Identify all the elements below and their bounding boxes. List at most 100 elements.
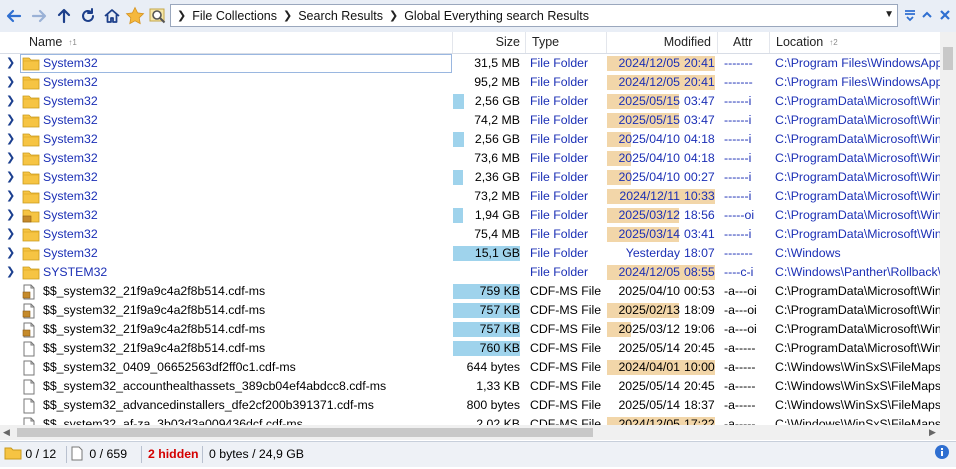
file-name[interactable]: System32	[43, 111, 448, 130]
file-location[interactable]: C:\Windows\WinSxS\FileMaps	[775, 377, 940, 396]
column-attr[interactable]: Attr	[718, 32, 770, 53]
table-row[interactable]: $$_system32_21f9a9c4a2f8b514.cdf-ms 757 K…	[0, 320, 940, 339]
file-location[interactable]: C:\ProgramData\Microsoft\Windows	[775, 168, 940, 187]
file-location[interactable]: C:\Program Files\WindowsApps\	[775, 54, 940, 73]
file-location[interactable]: C:\ProgramData\Microsoft\Windows	[775, 225, 940, 244]
column-type[interactable]: Type	[526, 32, 607, 53]
expand-chevron-icon[interactable]: ❯	[6, 244, 18, 263]
table-row[interactable]: $$_system32_0409_06652563df2ff0c1.cdf-ms…	[0, 358, 940, 377]
table-row[interactable]: ❯ SYSTEM32 File Folder 2024/12/05 08:55 ----c…	[0, 263, 940, 282]
column-name[interactable]: Name ↑1	[0, 32, 453, 53]
file-name[interactable]: System32	[43, 225, 448, 244]
file-location[interactable]: C:\ProgramData\Microsoft\Windows	[775, 206, 940, 225]
expand-chevron-icon[interactable]: ❯	[6, 168, 18, 187]
file-location[interactable]: C:\Windows\WinSxS\FileMaps	[775, 415, 940, 425]
table-row[interactable]: $$_system32_advancedinstallers_dfe2cf200…	[0, 396, 940, 415]
file-name[interactable]: $$_system32_0409_06652563df2ff0c1.cdf-ms	[43, 358, 448, 377]
file-location[interactable]: C:\Program Files\WindowsApps\	[775, 73, 940, 92]
scroll-right-icon[interactable]: ▶	[929, 427, 936, 438]
file-name[interactable]: System32	[43, 149, 448, 168]
table-row[interactable]: ❯ System32 31,5 MB File Folder 2024/12/05 20:…	[0, 54, 940, 73]
expand-chevron-icon[interactable]: ❯	[6, 263, 18, 282]
file-name[interactable]: $$_system32_af-za_3b03d3a009436dcf.cdf-m…	[43, 415, 448, 425]
arrow-right-icon[interactable]	[28, 5, 50, 27]
scroll-left-icon[interactable]: ◀	[3, 427, 10, 438]
arrow-left-icon[interactable]	[3, 5, 25, 27]
collapse-icon[interactable]	[920, 8, 934, 22]
expand-chevron-icon[interactable]: ❯	[6, 92, 18, 111]
file-name[interactable]: System32	[43, 130, 448, 149]
vertical-scrollbar-thumb[interactable]	[943, 47, 953, 70]
column-modified[interactable]: Modified	[607, 32, 718, 53]
file-name[interactable]: $$_system32_21f9a9c4a2f8b514.cdf-ms	[43, 301, 448, 320]
close-icon[interactable]	[938, 8, 952, 22]
file-location[interactable]: C:\Windows\WinSxS\FileMaps	[775, 396, 940, 415]
info-icon[interactable]	[934, 444, 950, 469]
breadcrumb-search-results[interactable]: Search Results	[298, 9, 383, 23]
table-row[interactable]: ❯ System32 95,2 MB File Folder 2024/12/05 20:…	[0, 73, 940, 92]
column-location[interactable]: Location ↑2	[770, 32, 940, 53]
table-row[interactable]: $$_system32_21f9a9c4a2f8b514.cdf-ms 760 K…	[0, 339, 940, 358]
file-name[interactable]: $$_system32_advancedinstallers_dfe2cf200…	[43, 396, 448, 415]
table-row[interactable]: ❯ System32 73,6 MB File Folder 2025/04/10 04:…	[0, 149, 940, 168]
file-location[interactable]: C:\ProgramData\Microsoft\Windows	[775, 92, 940, 111]
home-icon[interactable]	[101, 5, 123, 27]
file-name[interactable]: $$_system32_accounthealthassets_389cb04e…	[43, 377, 448, 396]
table-row[interactable]: ❯ System32 2,36 GB File Folder 2025/04/10 00:…	[0, 168, 940, 187]
table-row[interactable]: ❯ System32 74,2 MB File Folder 2025/05/15 03:…	[0, 111, 940, 130]
table-row[interactable]: $$_system32_af-za_3b03d3a009436dcf.cdf-m…	[0, 415, 940, 425]
table-row[interactable]: $$_system32_21f9a9c4a2f8b514.cdf-ms 757 K…	[0, 301, 940, 320]
table-row[interactable]: ❯ System32 2,56 GB File Folder 2025/05/15 03:…	[0, 92, 940, 111]
expand-chevron-icon[interactable]: ❯	[6, 54, 18, 73]
file-location[interactable]: C:\ProgramData\Microsoft\Windows	[775, 282, 940, 301]
file-name[interactable]: System32	[43, 244, 448, 263]
file-name[interactable]: $$_system32_21f9a9c4a2f8b514.cdf-ms	[43, 282, 448, 301]
expand-chevron-icon[interactable]: ❯	[6, 206, 18, 225]
table-row[interactable]: $$_system32_accounthealthassets_389cb04e…	[0, 377, 940, 396]
table-row[interactable]: ❯ System32 75,4 MB File Folder 2025/03/14 03:…	[0, 225, 940, 244]
file-name[interactable]: SYSTEM32	[43, 263, 448, 282]
vertical-scrollbar[interactable]	[940, 32, 956, 440]
file-name[interactable]: System32	[43, 187, 448, 206]
expand-chevron-icon[interactable]: ❯	[6, 130, 18, 149]
chevron-down-icon[interactable]: ▼	[884, 9, 894, 20]
search-icon[interactable]	[148, 5, 168, 27]
expand-chevron-icon[interactable]: ❯	[6, 187, 18, 206]
expand-chevron-icon[interactable]: ❯	[6, 225, 18, 244]
file-location[interactable]: C:\Windows\WinSxS\FileMaps	[775, 358, 940, 377]
file-location[interactable]: C:\Windows\Panther\Rollback\	[775, 263, 940, 282]
file-name[interactable]: $$_system32_21f9a9c4a2f8b514.cdf-ms	[43, 320, 448, 339]
expand-chevron-icon[interactable]: ❯	[6, 149, 18, 168]
file-name[interactable]: $$_system32_21f9a9c4a2f8b514.cdf-ms	[43, 339, 448, 358]
file-location[interactable]: C:\ProgramData\Microsoft\Windows	[775, 339, 940, 358]
file-location[interactable]: C:\ProgramData\Microsoft\Windows	[775, 130, 940, 149]
file-location[interactable]: C:\Windows	[775, 244, 940, 263]
table-row[interactable]: ❯ System32 73,2 MB File Folder 2024/12/11 10:…	[0, 187, 940, 206]
table-row[interactable]: ❯ System32 1,94 GB File Folder 2025/03/12 18:…	[0, 206, 940, 225]
refresh-icon[interactable]	[77, 5, 99, 27]
expand-chevron-icon[interactable]: ❯	[6, 111, 18, 130]
file-name[interactable]: System32	[43, 92, 448, 111]
table-row[interactable]: ❯ System32 2,56 GB File Folder 2025/04/10 04:…	[0, 130, 940, 149]
file-location[interactable]: C:\ProgramData\Microsoft\Windows	[775, 187, 940, 206]
breadcrumb-global-results[interactable]: Global Everything search Results	[404, 9, 589, 23]
file-location[interactable]: C:\ProgramData\Microsoft\Windows	[775, 320, 940, 339]
horizontal-scrollbar-thumb[interactable]	[17, 428, 593, 437]
table-row[interactable]: $$_system32_21f9a9c4a2f8b514.cdf-ms 759 K…	[0, 282, 940, 301]
column-size[interactable]: Size	[453, 32, 526, 53]
file-location[interactable]: C:\ProgramData\Microsoft\Windows	[775, 149, 940, 168]
expand-chevron-icon[interactable]: ❯	[6, 73, 18, 92]
file-name[interactable]: System32	[43, 73, 448, 92]
arrow-up-icon[interactable]	[53, 5, 75, 27]
file-name[interactable]: System32	[43, 206, 448, 225]
file-location[interactable]: C:\ProgramData\Microsoft\Windows	[775, 111, 940, 130]
file-name[interactable]: System32	[43, 168, 448, 187]
hidden-count[interactable]: 2 hidden	[148, 442, 199, 467]
breadcrumb[interactable]: ❯ File Collections ❯ Search Results ❯ Gl…	[170, 4, 898, 27]
file-location[interactable]: C:\ProgramData\Microsoft\Windows	[775, 301, 940, 320]
table-row[interactable]: ❯ System32 15,1 GB File Folder Yesterday 18:0…	[0, 244, 940, 263]
file-name[interactable]: System32	[43, 54, 448, 73]
star-icon[interactable]	[124, 5, 146, 27]
breadcrumb-file-collections[interactable]: File Collections	[192, 9, 277, 23]
panel-menu-icon[interactable]	[903, 8, 917, 22]
